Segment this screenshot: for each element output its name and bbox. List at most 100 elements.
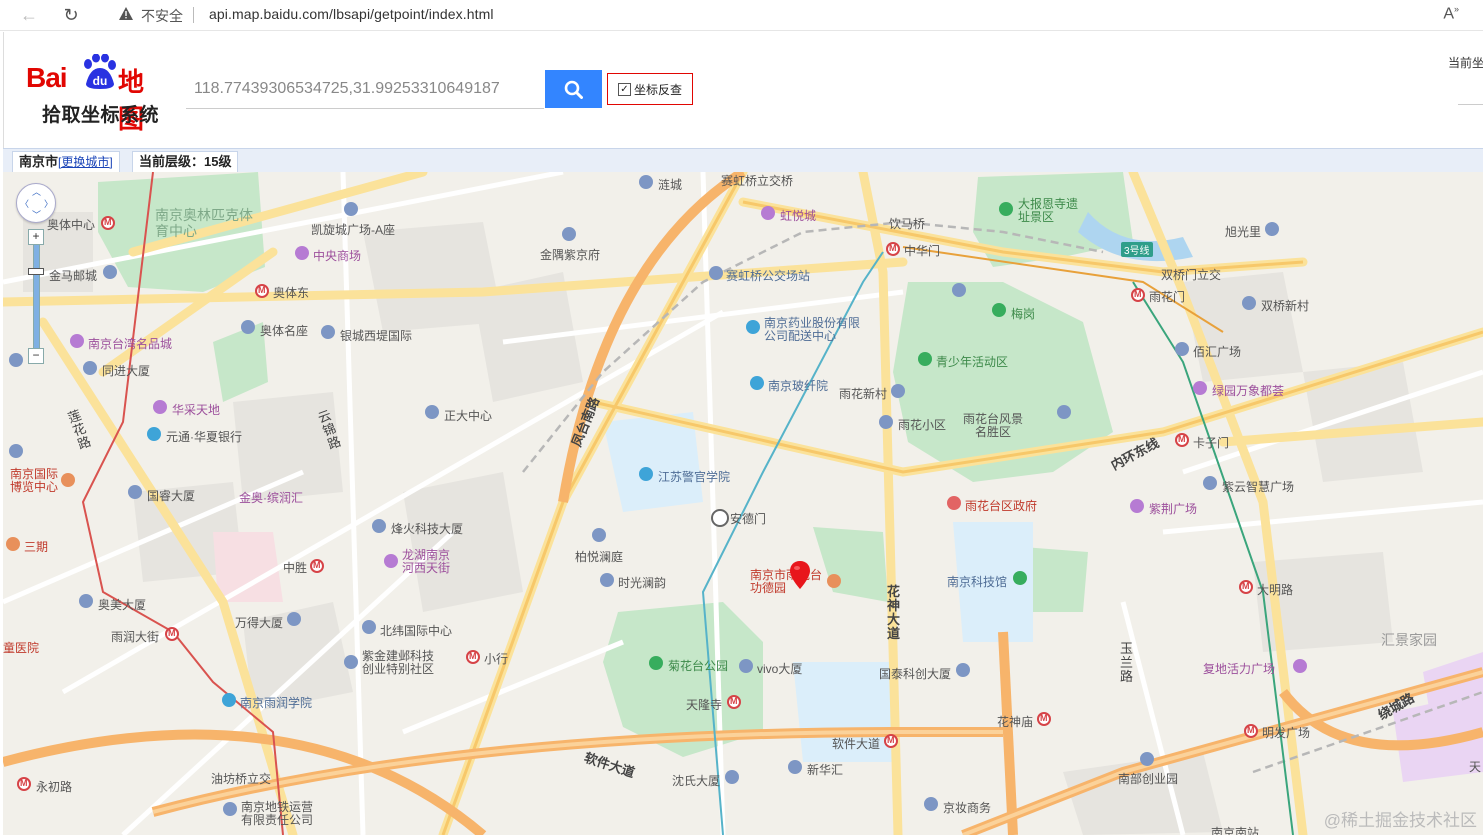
poi-label[interactable]: 元通·华夏银行 [166, 428, 242, 445]
poi-label[interactable]: 中央商场 [313, 247, 361, 264]
poi-label[interactable]: 南京玻纤院 [768, 377, 828, 394]
poi-label[interactable]: 南京科技馆 [947, 573, 1007, 590]
search-button[interactable] [545, 70, 602, 108]
poi-label[interactable]: 油坊桥立交 [211, 770, 271, 787]
pan-up-icon[interactable]: ︿ [32, 185, 41, 198]
pan-right-icon[interactable]: 〉 [44, 197, 53, 210]
poi-label[interactable]: 万得大厦 [235, 614, 283, 631]
metro-station-label[interactable]: 小行 [484, 650, 508, 667]
poi-label[interactable]: 虹悦城 [780, 207, 816, 224]
back-arrow-icon[interactable]: ← [18, 4, 40, 26]
poi-label[interactable]: 金隅紫京府 [540, 246, 600, 263]
security-status-text[interactable]: 不安全 [141, 6, 183, 26]
metro-station-label[interactable]: 奥体中心 [47, 216, 95, 233]
read-aloud-icon[interactable]: A» [1443, 4, 1459, 23]
change-city-link[interactable]: [更换城市] [58, 155, 113, 169]
poi-label[interactable]: 南京雨润学院 [240, 694, 312, 711]
company-icon [750, 376, 764, 390]
metro-station-label[interactable]: 大明路 [1257, 581, 1293, 598]
metro-station-label[interactable]: 永初路 [36, 778, 72, 795]
poi-label[interactable]: 南京国际博览中心 [10, 468, 62, 494]
poi-label[interactable]: 饮马桥 [889, 215, 925, 232]
location-marker-icon[interactable] [790, 561, 810, 589]
metro-station-label[interactable]: 奥体东 [273, 284, 309, 301]
poi-label[interactable]: 梅岗 [1011, 305, 1035, 322]
poi-label[interactable]: 三期 [24, 538, 48, 555]
poi-label[interactable]: 赛虹桥立交桥 [721, 172, 793, 189]
poi-label[interactable]: 凯旋城广场-A座 [311, 221, 395, 238]
baidu-map-logo[interactable]: Bai du 地图 拾取坐标系统 [26, 54, 168, 134]
poi-label[interactable]: 南京药业股份有限公司配送中心 [764, 317, 864, 343]
poi-label[interactable]: 大报恩寺遗址景区 [1018, 198, 1088, 224]
search-icon [564, 80, 583, 99]
poi-label[interactable]: 时光澜韵 [618, 574, 666, 591]
zoom-slider-handle[interactable] [28, 268, 44, 275]
poi-label[interactable]: 正大中心 [444, 407, 492, 424]
poi-label[interactable]: 涟城 [658, 176, 682, 193]
poi-label[interactable]: 安德门 [730, 510, 766, 527]
poi-label[interactable]: 同进大厦 [102, 362, 150, 379]
poi-label[interactable]: 江苏警官学院 [658, 468, 730, 485]
poi-label[interactable]: 菊花台公园 [668, 657, 728, 674]
poi-label[interactable]: 南京台湾名品城 [88, 335, 172, 352]
poi-label[interactable]: 北纬国际中心 [380, 622, 452, 639]
poi-label[interactable]: 沈氏大厦 [672, 772, 720, 789]
poi-label[interactable]: 奥美大厦 [98, 596, 146, 613]
poi-label[interactable]: 龙湖南京河西天街 [402, 549, 460, 575]
pan-left-icon[interactable]: 〈 [20, 197, 29, 210]
poi-label[interactable]: 金马邮城 [49, 267, 97, 284]
coordinate-search-input[interactable] [186, 70, 546, 108]
poi-label[interactable]: 复地活力广场 [1203, 660, 1275, 677]
poi-label[interactable]: 雨花小区 [898, 416, 946, 433]
metro-station-label[interactable]: 中华门 [904, 242, 940, 259]
current-point-field[interactable] [1458, 104, 1483, 105]
pan-down-icon[interactable]: ﹀ [32, 208, 41, 221]
poi-label[interactable]: 国睿大厦 [147, 487, 195, 504]
metro-station-label[interactable]: 雨花门 [1149, 288, 1185, 305]
poi-label[interactable]: 童医院 [3, 639, 39, 656]
metro-station-label[interactable]: 卡子门 [1193, 434, 1229, 451]
warning-icon[interactable] [118, 6, 134, 22]
poi-label[interactable]: 紫云智慧广场 [1222, 478, 1294, 495]
zoom-out-button[interactable]: − [28, 348, 44, 364]
poi-label[interactable]: 紫荆广场 [1149, 500, 1197, 517]
map-canvas[interactable]: ︿ ﹀ 〈 〉 + − 南京奥林匹克体育中心 涟城 赛虹桥立交桥 虹悦城 饮马桥… [3, 172, 1483, 835]
poi-label[interactable]: 南部创业园 [1118, 770, 1178, 787]
poi-label[interactable]: 柏悦澜庭 [575, 548, 623, 565]
metro-station-label[interactable]: 花神庙 [997, 713, 1033, 730]
metro-station-label[interactable]: 软件大道 [832, 735, 880, 752]
poi-label[interactable]: 金奥·缤润汇 [239, 489, 303, 506]
poi-label[interactable]: 华采天地 [172, 401, 220, 418]
poi-label[interactable]: 雨润大街 [111, 628, 159, 645]
zoom-in-button[interactable]: + [28, 229, 44, 245]
zoom-slider[interactable] [33, 244, 40, 350]
poi-label[interactable]: 双桥门立交 [1161, 266, 1221, 283]
poi-label[interactable]: 雨花新村 [839, 385, 887, 402]
poi-label[interactable]: 银城西堤国际 [340, 327, 412, 344]
poi-label[interactable]: vivo大厦 [757, 660, 802, 677]
poi-label[interactable]: 奥体名座 [260, 322, 308, 339]
reverse-lookup-checkbox[interactable]: ✓ [618, 83, 631, 96]
poi-label[interactable]: 紫金建邺科技创业特别社区 [362, 650, 438, 676]
poi-label[interactable]: 明发广场 [1262, 724, 1310, 741]
metro-station-label[interactable]: 天隆寺 [686, 696, 722, 713]
poi-label[interactable]: 南京南站 [1211, 824, 1259, 835]
poi-label[interactable]: 旭光里 [1225, 223, 1261, 240]
poi-label[interactable]: 烽火科技大厦 [391, 520, 463, 537]
poi-label[interactable]: 京妆商务 [943, 799, 991, 816]
poi-label[interactable]: 佰汇广场 [1193, 343, 1241, 360]
poi-label[interactable]: 绿园万象都荟 [1212, 382, 1284, 399]
poi-label[interactable]: 青少年活动区 [936, 353, 1008, 370]
address-bar[interactable]: api.map.baidu.com/lbsapi/getpoint/index.… [209, 6, 494, 22]
poi-label[interactable]: 国泰科创大厦 [879, 665, 951, 682]
metro-station-label[interactable]: 中胜 [283, 559, 307, 576]
reverse-lookup-toggle[interactable]: ✓ 坐标反查 [607, 73, 693, 105]
poi-label[interactable]: 雨花台区政府 [965, 497, 1037, 514]
scenic-area-label[interactable]: 雨花台风景名胜区 [960, 413, 1026, 439]
poi-label[interactable]: 新华汇 [807, 761, 843, 778]
building-icon [241, 320, 255, 334]
reload-icon[interactable]: ↻ [60, 4, 82, 26]
poi-label[interactable]: 南京地铁运营有限责任公司 [241, 801, 321, 827]
poi-label[interactable]: 赛虹桥公交场站 [726, 267, 810, 284]
poi-label[interactable]: 双桥新村 [1261, 297, 1309, 314]
